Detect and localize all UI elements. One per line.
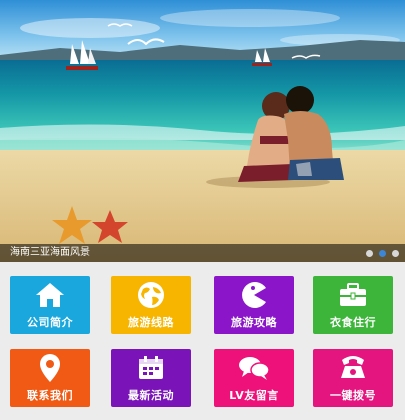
tile-tour-routes[interactable]: 旅游线路: [111, 276, 191, 334]
tile-label: 最新活动: [128, 389, 174, 402]
tile-one-tap-call[interactable]: 一键拨号: [313, 349, 393, 407]
banner-caption: 海南三亚海面风景: [10, 247, 90, 258]
home-icon: [10, 280, 90, 310]
calendar-icon: [111, 353, 191, 383]
banner-slideshow[interactable]: 海南三亚海面风景: [0, 0, 405, 262]
tile-contact-us[interactable]: 联系我们: [10, 349, 90, 407]
map-pin-icon: [10, 353, 90, 383]
briefcase-icon: [313, 280, 393, 310]
tile-label: 衣食住行: [330, 316, 376, 329]
chat-bubbles-icon: [214, 353, 294, 383]
tile-travel-guide[interactable]: 旅游攻略: [214, 276, 294, 334]
pacman-icon: [214, 280, 294, 310]
slide-dot-3[interactable]: [392, 249, 399, 257]
tile-label: 联系我们: [27, 389, 73, 402]
menu-grid: 公司简介 旅游线路 旅游攻略 衣食住行 联系我们 最新活动 LV友留言 一键拨号: [0, 262, 405, 420]
tile-food-lodging[interactable]: 衣食住行: [313, 276, 393, 334]
tile-label: 公司简介: [27, 316, 73, 329]
tile-company-intro[interactable]: 公司简介: [10, 276, 90, 334]
slide-dot-1[interactable]: [366, 249, 373, 257]
phone-icon: [313, 353, 393, 383]
tile-label: LV友留言: [229, 389, 279, 402]
globe-icon: [111, 280, 191, 310]
beach-photo: [0, 0, 405, 262]
tile-guestbook[interactable]: LV友留言: [214, 349, 294, 407]
tile-latest-events[interactable]: 最新活动: [111, 349, 191, 407]
tile-label: 一键拨号: [330, 389, 376, 402]
tile-label: 旅游攻略: [231, 316, 277, 329]
slide-indicator: [366, 249, 399, 257]
tile-label: 旅游线路: [128, 316, 174, 329]
slide-dot-2[interactable]: [379, 249, 386, 257]
banner-caption-bar: 海南三亚海面风景: [0, 244, 405, 262]
